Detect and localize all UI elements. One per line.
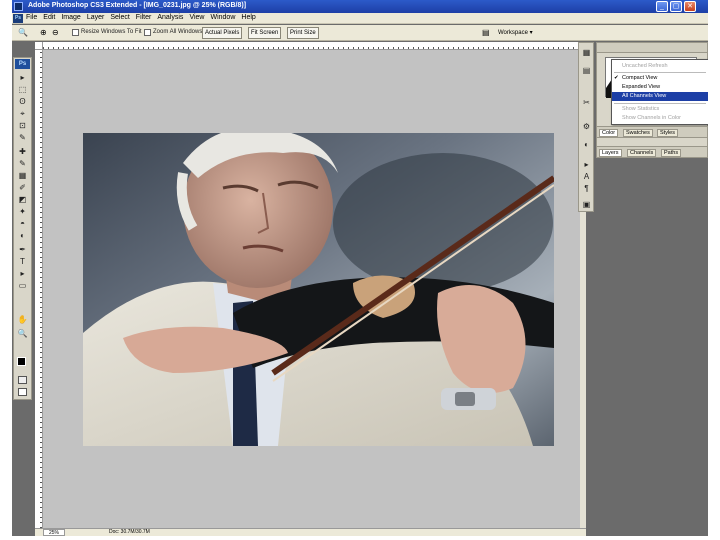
checkmark-icon: ✔ bbox=[614, 75, 619, 81]
menu-separator bbox=[614, 103, 706, 104]
zoom-out-icon[interactable]: ⊖ bbox=[52, 28, 59, 38]
navigator-panel-icon[interactable]: ▦ bbox=[581, 47, 592, 59]
actual-pixels-button[interactable]: Actual Pixels bbox=[202, 27, 243, 39]
tab-channels[interactable]: Channels bbox=[627, 149, 657, 157]
title-bar[interactable]: Adobe Photoshop CS3 Extended - [IMG_0231… bbox=[12, 0, 708, 13]
app-icon bbox=[14, 2, 23, 11]
menu-window[interactable]: Window bbox=[210, 14, 235, 21]
layers-panel-group: Layers Channels Paths bbox=[596, 146, 708, 158]
rectangle-tool-icon[interactable]: ▭ bbox=[17, 280, 28, 291]
layer-comps-panel-icon[interactable]: ▣ bbox=[581, 199, 592, 211]
blur-tool-icon[interactable]: ◓ bbox=[17, 218, 28, 229]
marquee-tool-icon[interactable]: ⬚ bbox=[17, 84, 28, 95]
tab-paths[interactable]: Paths bbox=[661, 149, 682, 157]
path-selection-tool-icon[interactable]: ▸ bbox=[17, 268, 28, 279]
zoom-all-windows-label: Zoom All Windows bbox=[153, 29, 203, 35]
menu-item-expanded-view[interactable]: Expanded View bbox=[612, 83, 708, 92]
window-title: Adobe Photoshop CS3 Extended - [IMG_0231… bbox=[28, 2, 247, 9]
print-size-button[interactable]: Print Size bbox=[287, 27, 319, 39]
menu-view[interactable]: View bbox=[189, 14, 204, 21]
menu-bar: Ps File Edit Image Layer Select Filter A… bbox=[12, 13, 708, 24]
zoom-all-windows-checkbox[interactable] bbox=[144, 29, 151, 36]
document-image[interactable] bbox=[83, 133, 554, 446]
toolbox: Ps ▸ ⬚ ʘ ⌖ ⊡ ✎ ✚ ✎ ▦ ✐ ◩ ✦ ◓ ◐ ✒ T ▸ ▭ ✋… bbox=[13, 57, 32, 400]
brush-tool-icon[interactable]: ✎ bbox=[17, 158, 28, 169]
zoom-level-field[interactable]: 25% bbox=[43, 529, 65, 536]
menu-image[interactable]: Image bbox=[61, 14, 80, 21]
screen-mode-button[interactable] bbox=[18, 388, 27, 396]
foreground-color-swatch[interactable] bbox=[17, 357, 26, 366]
crop-tool-icon[interactable]: ⊡ bbox=[17, 120, 28, 131]
workspace-button[interactable]: Workspace ▾ bbox=[498, 27, 548, 39]
brushes-palette-icon[interactable]: ▤ bbox=[482, 28, 490, 38]
status-bar: 25% Doc: 30.7M/30.7M bbox=[35, 528, 586, 536]
menu-item-all-channels-view[interactable]: All Channels View bbox=[612, 92, 708, 101]
eraser-tool-icon[interactable]: ◩ bbox=[17, 194, 28, 205]
options-bar: 🔍 ⊕ ⊖ Resize Windows To Fit Zoom All Win… bbox=[12, 25, 708, 41]
histogram-panel-header[interactable] bbox=[597, 43, 707, 53]
tab-swatches[interactable]: Swatches bbox=[623, 129, 653, 137]
menu-separator bbox=[614, 72, 706, 73]
zoom-tool-icon[interactable]: 🔍 bbox=[17, 328, 28, 339]
menu-layer[interactable]: Layer bbox=[87, 14, 105, 21]
menu-items: File Edit Image Layer Select Filter Anal… bbox=[26, 14, 256, 21]
fit-screen-button[interactable]: Fit Screen bbox=[248, 27, 282, 39]
tab-layers[interactable]: Layers bbox=[599, 149, 622, 157]
menu-edit[interactable]: Edit bbox=[43, 14, 55, 21]
ps-logo-icon[interactable]: Ps bbox=[13, 14, 23, 23]
hand-tool-icon[interactable]: ✋ bbox=[17, 314, 28, 325]
photoshop-window: Adobe Photoshop CS3 Extended - [IMG_0231… bbox=[12, 0, 708, 536]
menu-select[interactable]: Select bbox=[110, 14, 129, 21]
clone-source-panel-icon[interactable]: ◐ bbox=[581, 139, 592, 151]
minimize-button[interactable]: _ bbox=[656, 1, 668, 12]
menu-analysis[interactable]: Analysis bbox=[157, 14, 183, 21]
panel-dock-strip: ▦ ▤ ✂ ⚙ ◐ ▸ A ¶ ▣ bbox=[578, 42, 594, 212]
menu-item-uncached-refresh[interactable]: Uncached Refresh bbox=[612, 62, 708, 71]
zoom-tool-preset-icon[interactable]: 🔍 bbox=[18, 28, 28, 38]
resize-windows-label: Resize Windows To Fit bbox=[81, 29, 142, 35]
color-panel-group: Color Swatches Styles bbox=[596, 126, 708, 138]
resize-windows-checkbox[interactable] bbox=[72, 29, 79, 36]
zoom-in-icon[interactable]: ⊕ bbox=[40, 28, 47, 38]
horizontal-ruler[interactable] bbox=[43, 42, 586, 50]
violinist-photo bbox=[83, 133, 554, 446]
close-button[interactable]: ✕ bbox=[684, 1, 696, 12]
paragraph-panel-icon[interactable]: ¶ bbox=[581, 183, 592, 195]
slice-tool-icon[interactable]: ✎ bbox=[17, 132, 28, 143]
tab-styles[interactable]: Styles bbox=[657, 129, 678, 137]
tab-color[interactable]: Color bbox=[599, 129, 619, 137]
gradient-tool-icon[interactable]: ✦ bbox=[17, 206, 28, 217]
tool-presets-panel-icon[interactable]: ✂ bbox=[581, 97, 592, 109]
document-info[interactable]: Doc: 30.7M/30.7M bbox=[109, 529, 150, 536]
lasso-tool-icon[interactable]: ʘ bbox=[17, 96, 28, 107]
menu-item-compact-view[interactable]: ✔ Compact View bbox=[612, 74, 708, 83]
maximize-button[interactable]: ▢ bbox=[670, 1, 682, 12]
move-tool-icon[interactable]: ▸ bbox=[17, 72, 28, 83]
menu-filter[interactable]: Filter bbox=[136, 14, 152, 21]
histogram-panel-icon[interactable]: ▤ bbox=[581, 65, 592, 77]
type-tool-icon[interactable]: T bbox=[17, 256, 28, 267]
ruler-origin[interactable] bbox=[35, 42, 43, 50]
menu-item-show-channels-in-color[interactable]: Show Channels in Color bbox=[612, 114, 708, 123]
menu-help[interactable]: Help bbox=[241, 14, 255, 21]
history-brush-tool-icon[interactable]: ✐ bbox=[17, 182, 28, 193]
quick-mask-button[interactable] bbox=[18, 376, 27, 384]
clone-stamp-tool-icon[interactable]: ▦ bbox=[17, 170, 28, 181]
dodge-tool-icon[interactable]: ◐ bbox=[17, 230, 28, 241]
quick-selection-tool-icon[interactable]: ⌖ bbox=[17, 108, 28, 119]
menu-item-show-statistics[interactable]: Show Statistics bbox=[612, 105, 708, 114]
histogram-flyout-menu: Uncached Refresh ✔ Compact View Expanded … bbox=[611, 59, 708, 125]
brushes-panel-icon[interactable]: ⚙ bbox=[581, 121, 592, 133]
vertical-ruler[interactable] bbox=[35, 50, 43, 528]
character-panel-icon[interactable]: A bbox=[581, 171, 592, 183]
healing-brush-tool-icon[interactable]: ✚ bbox=[17, 146, 28, 157]
document-canvas[interactable]: 25% Doc: 30.7M/30.7M bbox=[35, 42, 586, 536]
menu-file[interactable]: File bbox=[26, 14, 37, 21]
ps-badge-icon[interactable]: Ps bbox=[15, 59, 30, 69]
actions-panel-icon[interactable]: ▸ bbox=[581, 159, 592, 171]
pen-tool-icon[interactable]: ✒ bbox=[17, 244, 28, 255]
